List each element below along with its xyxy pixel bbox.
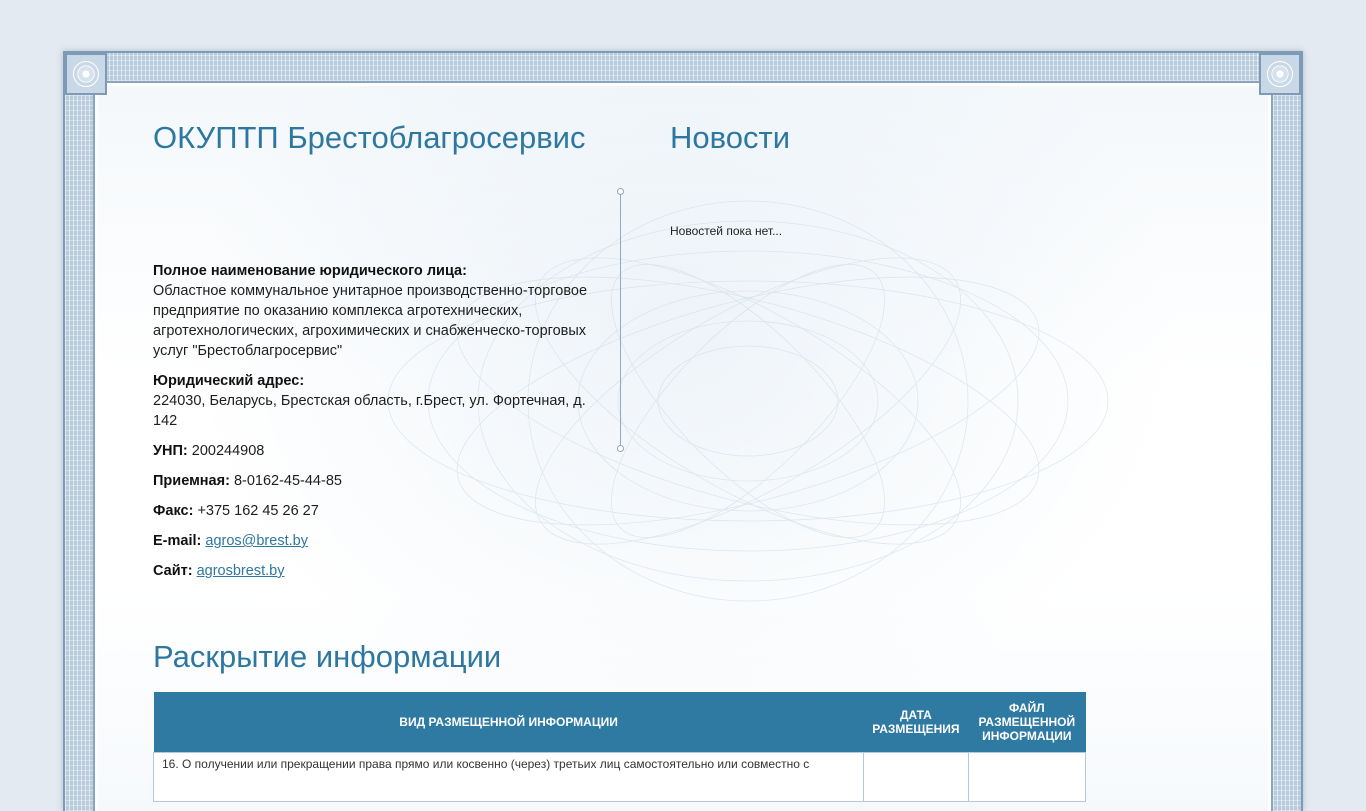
email-block: E-mail: agros@brest.by	[153, 531, 593, 551]
site-label: Сайт:	[153, 563, 193, 579]
table-row: 16. О получении или прекращении права пр…	[152, 752, 1087, 802]
column-header-file: Файл размещенной информации	[968, 692, 1086, 753]
fax-block: Факс: +375 162 45 26 27	[153, 501, 593, 521]
fax-label: Факс:	[153, 503, 194, 519]
disclosure-title: Раскрытие информации	[153, 639, 502, 674]
address-value: 224030, Беларусь, Брестская область, г.Б…	[153, 393, 586, 429]
column-header-type: Вид размещенной информации	[153, 692, 864, 753]
address-block: Юридический адрес: 224030, Беларусь, Бре…	[153, 371, 593, 431]
site-block: Сайт: agrosbrest.by	[153, 561, 593, 581]
address-label: Юридический адрес:	[153, 373, 305, 389]
email-label: E-mail:	[153, 533, 202, 549]
frame-corner-ornament	[1259, 53, 1301, 95]
table-cell-type: 16. О получении или прекращении права пр…	[152, 752, 865, 802]
table-cell-file	[967, 752, 1087, 802]
full-name-value: Областное коммунальное унитарное произво…	[153, 283, 588, 359]
disclosure-table: Вид размещенной информации Дата размещен…	[152, 692, 1087, 802]
full-name-label: Полное наименование юридического лица:	[153, 263, 467, 279]
unp-label: УНП:	[153, 443, 188, 459]
unp-value: 200244908	[191, 443, 265, 459]
site-link[interactable]: agrosbrest.by	[197, 563, 285, 579]
table-header-row: Вид размещенной информации Дата размещен…	[153, 692, 1086, 753]
reception-label: Приемная:	[153, 473, 230, 489]
company-title: ОКУПТП Брестоблагросервис	[153, 120, 586, 155]
reception-value: 8-0162-45-44-85	[233, 473, 342, 489]
news-empty-text: Новостей пока нет...	[670, 224, 783, 238]
column-divider	[617, 188, 624, 452]
news-title: Новости	[670, 120, 791, 155]
table-cell-date	[863, 752, 969, 802]
unp-block: УНП: 200244908	[153, 441, 593, 461]
email-link[interactable]: agros@brest.by	[205, 533, 308, 549]
company-info: Полное наименование юридического лица: О…	[153, 261, 593, 591]
fax-value: +375 162 45 26 27	[197, 503, 319, 519]
full-name-block: Полное наименование юридического лица: О…	[153, 261, 593, 361]
frame-corner-ornament	[65, 53, 107, 95]
reception-block: Приемная: 8-0162-45-44-85	[153, 471, 593, 491]
column-header-date: Дата размещения	[863, 692, 969, 753]
